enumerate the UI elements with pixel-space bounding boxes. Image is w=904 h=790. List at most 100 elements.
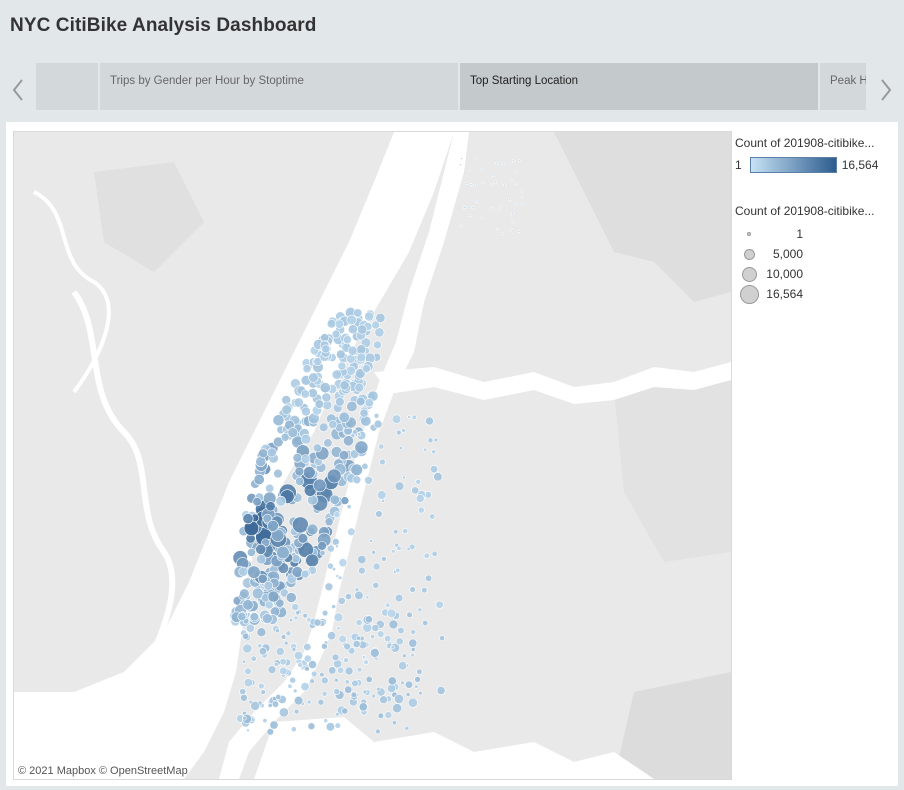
station-marker[interactable] xyxy=(291,603,300,611)
station-marker[interactable] xyxy=(279,657,287,666)
station-marker[interactable] xyxy=(293,397,304,408)
station-marker[interactable] xyxy=(338,450,350,461)
station-marker[interactable] xyxy=(459,224,463,228)
station-marker[interactable] xyxy=(391,720,397,726)
station-marker[interactable] xyxy=(355,619,363,626)
story-tab-trips-by-gender[interactable]: Trips by Gender per Hour by Stoptime xyxy=(100,63,460,110)
station-marker[interactable] xyxy=(339,380,350,391)
station-marker[interactable] xyxy=(266,447,277,458)
station-marker[interactable] xyxy=(517,158,521,162)
station-marker[interactable] xyxy=(392,703,403,714)
station-marker[interactable] xyxy=(388,619,399,630)
station-marker[interactable] xyxy=(490,182,493,186)
station-marker[interactable] xyxy=(239,688,247,696)
station-marker[interactable] xyxy=(398,661,408,671)
station-marker[interactable] xyxy=(321,344,331,354)
station-marker[interactable] xyxy=(414,675,421,683)
station-marker[interactable] xyxy=(338,411,350,423)
station-marker[interactable] xyxy=(308,660,317,669)
station-marker[interactable] xyxy=(354,587,360,593)
station-marker[interactable] xyxy=(279,666,288,676)
station-marker[interactable] xyxy=(463,206,466,209)
station-marker[interactable] xyxy=(309,678,316,685)
station-marker[interactable] xyxy=(334,319,345,329)
station-marker[interactable] xyxy=(369,538,374,543)
station-marker[interactable] xyxy=(469,183,473,186)
size-legend-item[interactable]: 5,000 xyxy=(735,244,874,264)
station-marker[interactable] xyxy=(321,690,328,697)
station-marker[interactable] xyxy=(439,635,445,641)
station-marker[interactable] xyxy=(281,404,292,415)
station-marker[interactable] xyxy=(304,666,310,672)
station-marker[interactable] xyxy=(319,549,326,556)
story-tab-peak-hours[interactable]: Peak Hours xyxy=(820,63,866,110)
station-marker[interactable] xyxy=(341,707,349,715)
station-marker[interactable] xyxy=(250,655,257,662)
station-marker[interactable] xyxy=(267,665,277,675)
station-marker[interactable] xyxy=(350,691,358,698)
station-marker[interactable] xyxy=(362,689,368,695)
station-marker[interactable] xyxy=(266,728,274,736)
station-marker[interactable] xyxy=(335,349,346,360)
station-marker[interactable] xyxy=(480,167,484,171)
station-marker[interactable] xyxy=(323,438,333,448)
station-marker[interactable] xyxy=(300,433,312,445)
station-marker[interactable] xyxy=(301,406,311,417)
station-marker[interactable] xyxy=(475,200,479,204)
station-marker[interactable] xyxy=(317,541,327,551)
station-marker[interactable] xyxy=(293,695,304,706)
station-marker[interactable] xyxy=(400,680,405,685)
color-legend[interactable]: Count of 201908-citibike... 1 16,564 xyxy=(735,136,878,173)
station-marker[interactable] xyxy=(354,440,369,455)
station-marker[interactable] xyxy=(365,675,373,683)
station-marker[interactable] xyxy=(263,580,274,591)
station-marker[interactable] xyxy=(398,445,403,451)
station-marker[interactable] xyxy=(292,452,303,463)
station-marker[interactable] xyxy=(335,711,340,717)
station-marker[interactable] xyxy=(338,558,348,568)
station-marker[interactable] xyxy=(242,513,254,525)
station-marker[interactable] xyxy=(414,684,419,689)
size-legend[interactable]: Count of 201908-citibike... 1 5,000 10,0… xyxy=(735,204,874,304)
station-marker[interactable] xyxy=(321,642,328,650)
station-marker[interactable] xyxy=(510,178,514,182)
station-marker[interactable] xyxy=(293,688,298,694)
station-marker[interactable] xyxy=(255,543,267,555)
station-marker[interactable] xyxy=(333,511,341,518)
station-marker[interactable] xyxy=(431,449,437,455)
station-marker[interactable] xyxy=(394,593,404,603)
station-marker[interactable] xyxy=(407,697,418,708)
station-marker[interactable] xyxy=(275,647,285,656)
station-marker[interactable] xyxy=(468,214,471,217)
station-marker[interactable] xyxy=(273,468,283,479)
station-marker[interactable] xyxy=(275,495,287,507)
station-marker[interactable] xyxy=(436,686,446,695)
station-marker[interactable] xyxy=(337,596,346,605)
station-marker[interactable] xyxy=(246,547,256,557)
station-marker[interactable] xyxy=(379,695,388,705)
station-marker[interactable] xyxy=(276,545,290,560)
station-marker[interactable] xyxy=(396,429,402,436)
station-marker[interactable] xyxy=(356,352,367,363)
station-marker[interactable] xyxy=(509,227,513,231)
station-marker[interactable] xyxy=(401,428,407,433)
station-marker[interactable] xyxy=(417,506,425,514)
station-marker[interactable] xyxy=(247,565,261,579)
station-marker[interactable] xyxy=(258,647,267,656)
station-marker[interactable] xyxy=(423,552,430,559)
station-marker[interactable] xyxy=(387,676,397,686)
station-marker[interactable] xyxy=(372,581,380,589)
station-marker[interactable] xyxy=(356,635,361,641)
station-marker[interactable] xyxy=(473,183,476,187)
station-marker[interactable] xyxy=(511,159,515,163)
station-marker[interactable] xyxy=(431,550,438,558)
station-marker[interactable] xyxy=(334,722,341,729)
station-marker[interactable] xyxy=(364,398,374,408)
station-marker[interactable] xyxy=(371,320,381,330)
station-marker[interactable] xyxy=(514,182,518,186)
station-marker[interactable] xyxy=(460,157,463,160)
station-marker[interactable] xyxy=(344,666,354,676)
station-marker[interactable] xyxy=(242,716,247,721)
station-marker[interactable] xyxy=(336,626,341,631)
station-marker[interactable] xyxy=(423,447,428,452)
